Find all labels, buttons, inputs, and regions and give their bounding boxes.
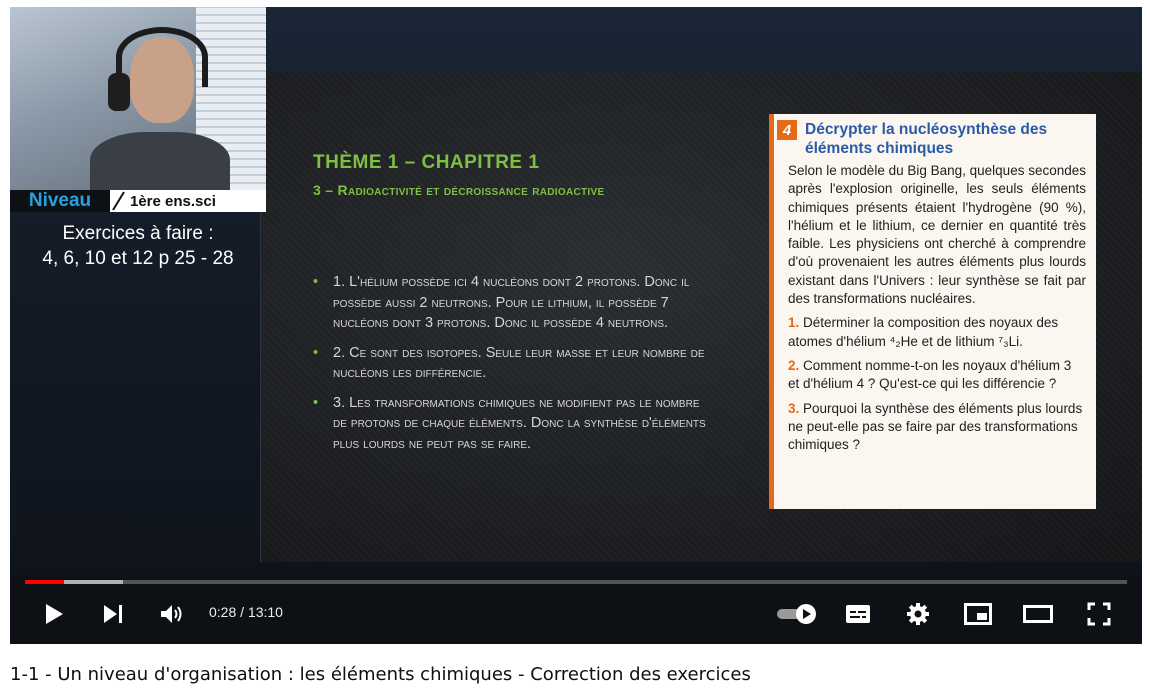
progress-bar[interactable]: [25, 580, 1127, 584]
textbook-paragraph: Selon le modèle du Big Bang, quelques se…: [788, 163, 1086, 307]
textbook-question-2: 2. Comment nomme-t-on les noyaux d'héliu…: [788, 357, 1072, 392]
volume-button[interactable]: [154, 598, 190, 630]
autoplay-toggle[interactable]: [775, 598, 819, 630]
gear-icon: [907, 603, 929, 625]
slide-bullet-3: 3. Les transformations chimiques ne modi…: [313, 393, 713, 455]
textbook-title: Décrypter la nucléosynthèse des éléments…: [805, 121, 1048, 157]
textbook-question-1: 1. Déterminer la composition des noyaux …: [788, 315, 1059, 349]
slide-theme: THÈME 1 – CHAPITRE 1: [313, 152, 540, 173]
slash-separator: [112, 191, 125, 211]
exercises-title: Exercices à faire :: [62, 223, 214, 244]
headphones-icon: [116, 27, 208, 87]
webcam-feed: [10, 7, 266, 190]
subtitles-icon: [846, 605, 870, 623]
theater-mode-icon: [1023, 605, 1053, 623]
textbook-excerpt: 4 Décrypter la nucléosynthèse des élémen…: [769, 114, 1096, 509]
time-display: 0:28 / 13:10: [209, 604, 283, 620]
fullscreen-button[interactable]: [1081, 598, 1117, 630]
textbook-question-3: 3. Pourquoi la synthèse des éléments plu…: [788, 400, 1083, 453]
presentation-slide: THÈME 1 – CHAPITRE 1 3 – Radioactivité e…: [260, 72, 1142, 562]
miniplayer-button[interactable]: [960, 598, 996, 630]
play-icon: [46, 604, 63, 624]
player-controls: 0:28 / 13:10: [10, 592, 1142, 636]
slide-bullets: 1. L'hélium possède ici 4 nucléons dont …: [313, 272, 713, 463]
exercises-list: 4, 6, 10 et 12 p 25 - 28: [42, 248, 234, 269]
subtitles-button[interactable]: [840, 598, 876, 630]
autoplay-toggle-icon: [777, 604, 816, 624]
theater-mode-button[interactable]: [1020, 598, 1056, 630]
presenter-body: [90, 132, 230, 190]
level-value: 1ère ens.sci: [130, 192, 216, 210]
exercises-overlay: Exercices à faire : 4, 6, 10 et 12 p 25 …: [10, 221, 266, 271]
activity-number-badge: 4: [777, 120, 797, 140]
slide-bullet-1: 1. L'hélium possède ici 4 nucléons dont …: [313, 272, 713, 334]
next-button[interactable]: [95, 598, 131, 630]
miniplayer-icon: [964, 603, 992, 625]
video-title: 1-1 - Un niveau d'organisation : les élé…: [10, 664, 751, 685]
headphone-cup: [108, 73, 130, 111]
next-icon: [104, 605, 122, 623]
slide-subtitle: 3 – Radioactivité et décroissance radioa…: [313, 182, 605, 198]
video-player[interactable]: THÈME 1 – CHAPITRE 1 3 – Radioactivité e…: [10, 7, 1142, 644]
play-button[interactable]: [36, 598, 72, 630]
settings-button[interactable]: [900, 598, 936, 630]
video-frame[interactable]: THÈME 1 – CHAPITRE 1 3 – Radioactivité e…: [10, 7, 1142, 577]
played-bar: [25, 580, 65, 584]
level-label: Niveau: [10, 190, 110, 212]
volume-icon: [161, 605, 182, 623]
fullscreen-icon: [1087, 602, 1111, 626]
level-banner: Niveau 1ère ens.sci: [10, 190, 266, 212]
slide-bullet-2: 2. Ce sont des isotopes. Seule leur mass…: [313, 343, 713, 384]
